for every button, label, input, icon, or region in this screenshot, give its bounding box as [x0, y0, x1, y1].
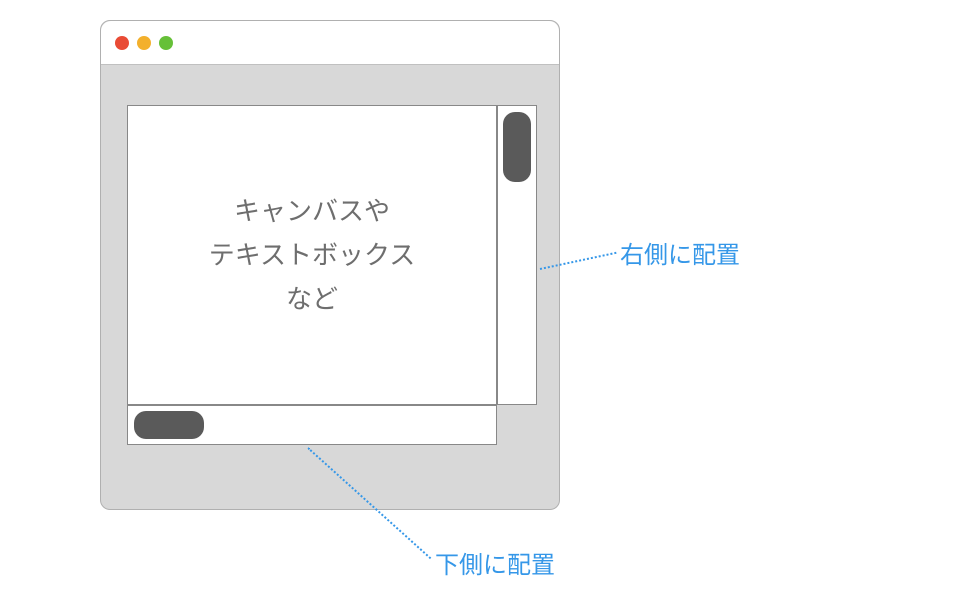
annotation-right: 右側に配置: [620, 235, 740, 270]
canvas-label: キャンバスや テキストボックス など: [209, 189, 415, 322]
canvas-area: キャンバスや テキストボックス など: [127, 105, 497, 405]
app-window: キャンバスや テキストボックス など: [100, 20, 560, 510]
maximize-icon[interactable]: [159, 36, 173, 50]
vertical-scrollbar-thumb[interactable]: [503, 112, 531, 182]
horizontal-scrollbar-thumb[interactable]: [134, 411, 204, 439]
horizontal-scrollbar-track[interactable]: [127, 405, 497, 445]
window-titlebar: [101, 21, 559, 65]
minimize-icon[interactable]: [137, 36, 151, 50]
content-area: キャンバスや テキストボックス など: [127, 105, 537, 485]
annotation-bottom: 下側に配置: [435, 545, 555, 580]
vertical-scrollbar-track[interactable]: [497, 105, 537, 405]
close-icon[interactable]: [115, 36, 129, 50]
